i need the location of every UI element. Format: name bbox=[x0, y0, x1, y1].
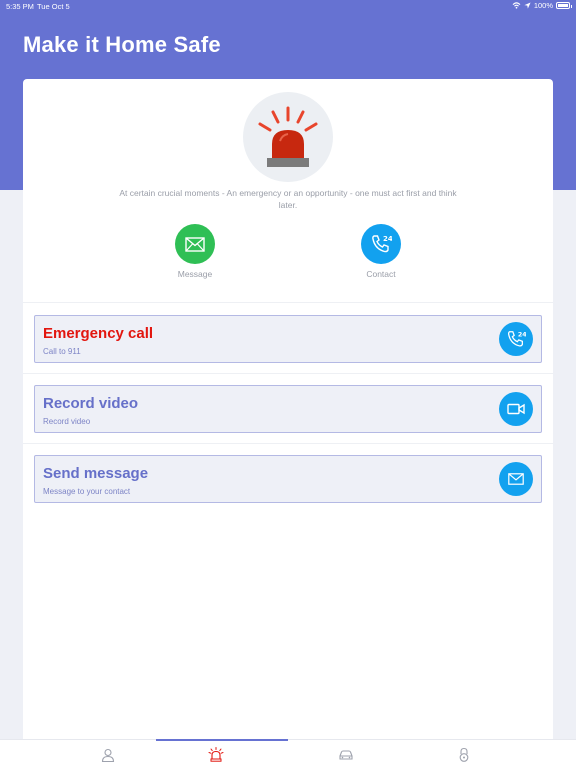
emergency-call-title: Emergency call bbox=[43, 325, 154, 342]
quick-message-circle[interactable] bbox=[175, 224, 215, 264]
intro-text: At certain crucial moments - An emergenc… bbox=[119, 188, 457, 210]
send-message-icon-button[interactable] bbox=[499, 462, 533, 496]
siren-illustration bbox=[243, 92, 333, 182]
divider bbox=[23, 443, 553, 444]
svg-text:24: 24 bbox=[383, 235, 392, 243]
tab-emergency[interactable] bbox=[144, 739, 288, 768]
battery-icon bbox=[556, 2, 572, 9]
quick-contact-label: Contact bbox=[366, 269, 396, 279]
send-message-title: Send message bbox=[43, 465, 149, 482]
envelope-icon bbox=[508, 473, 524, 485]
status-bar: 5:35 PM Tue Oct 5 100% bbox=[0, 0, 576, 14]
person-icon bbox=[101, 748, 115, 762]
page-title: Make it Home Safe bbox=[23, 32, 221, 57]
envelope-icon bbox=[185, 236, 205, 252]
emergency-call-icon-button[interactable]: 24 bbox=[499, 322, 533, 356]
video-camera-icon bbox=[507, 403, 525, 415]
quick-contact-button[interactable]: 24 Contact bbox=[341, 224, 421, 279]
phone-24-icon: 24 bbox=[507, 331, 526, 347]
status-date: Tue Oct 5 bbox=[37, 2, 70, 11]
lock-icon bbox=[459, 747, 469, 762]
siren-icon bbox=[258, 106, 318, 167]
car-icon bbox=[339, 749, 353, 760]
emergency-call-button[interactable]: Emergency call Call to 911 24 bbox=[34, 315, 542, 363]
status-time: 5:35 PM bbox=[6, 2, 34, 11]
record-video-title: Record video bbox=[43, 395, 139, 412]
main-card: At certain crucial moments - An emergenc… bbox=[23, 79, 553, 768]
svg-text:24: 24 bbox=[518, 331, 526, 338]
record-video-button[interactable]: Record video Record video bbox=[34, 385, 542, 433]
emergency-call-subtitle: Call to 911 bbox=[43, 347, 81, 356]
tab-bar bbox=[0, 739, 576, 768]
tab-lock[interactable] bbox=[392, 740, 536, 768]
location-arrow-icon bbox=[524, 2, 531, 9]
siren-icon bbox=[208, 747, 224, 762]
record-video-subtitle: Record video bbox=[43, 417, 91, 426]
divider bbox=[23, 302, 553, 303]
divider bbox=[23, 373, 553, 374]
quick-contact-circle[interactable]: 24 bbox=[361, 224, 401, 264]
phone-24-icon: 24 bbox=[372, 235, 392, 253]
battery-percent: 100% bbox=[533, 1, 553, 10]
send-message-subtitle: Message to your contact bbox=[43, 487, 131, 496]
status-right: 100% bbox=[512, 1, 572, 10]
wifi-icon bbox=[512, 2, 521, 9]
quick-message-button[interactable]: Message bbox=[155, 224, 235, 279]
record-video-icon-button[interactable] bbox=[499, 392, 533, 426]
send-message-button[interactable]: Send message Message to your contact bbox=[34, 455, 542, 503]
quick-message-label: Message bbox=[177, 269, 213, 279]
